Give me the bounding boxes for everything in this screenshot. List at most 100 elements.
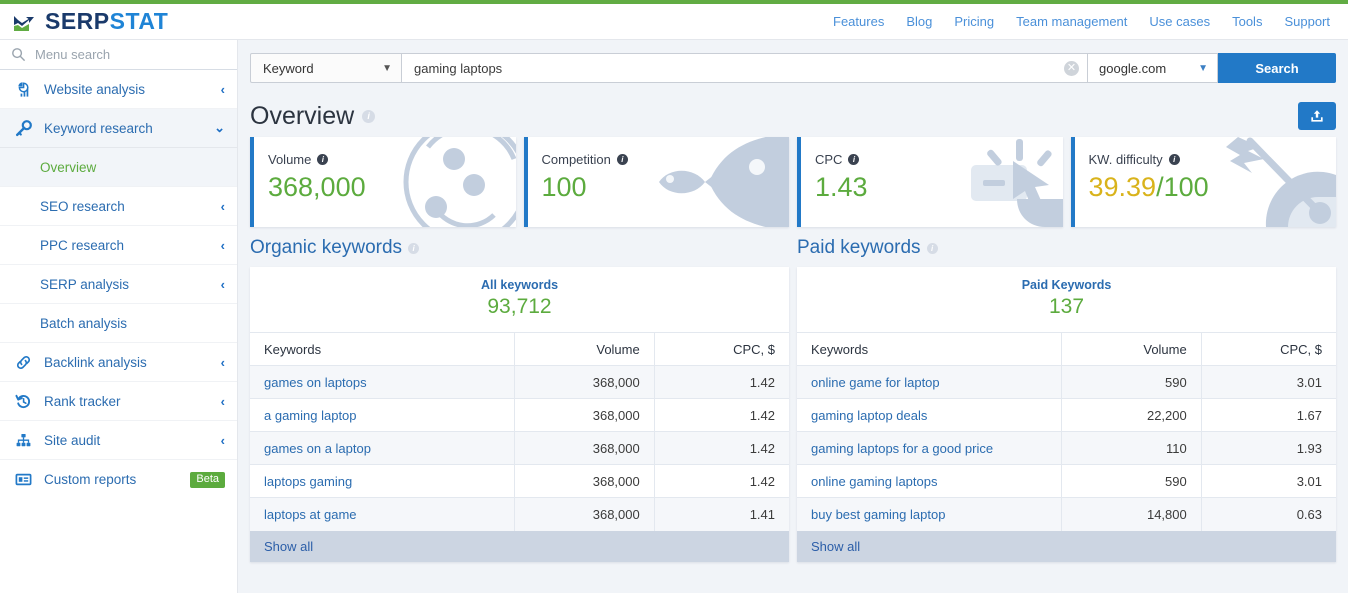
metric-label: Competition	[541, 152, 611, 167]
topnav-item-tools[interactable]: Tools	[1232, 14, 1262, 29]
keyword-link[interactable]: gaming laptops for a good price	[811, 441, 993, 456]
metric-card-volume: Volume i 368,000	[250, 137, 516, 227]
table-row: gaming laptop deals 22,200 1.67	[797, 398, 1336, 432]
paid-total-label[interactable]: Paid Keywords	[797, 278, 1336, 292]
table-header-row: Keywords Volume CPC, $	[250, 332, 789, 366]
topnav-item-use-cases[interactable]: Use cases	[1149, 14, 1210, 29]
cell-keyword: laptops at game	[250, 497, 515, 531]
metric-label: Volume	[268, 152, 312, 167]
keyword-link[interactable]: buy best gaming laptop	[811, 507, 945, 522]
cell-volume: 368,000	[513, 365, 655, 399]
organic-total-value: 93,712	[487, 295, 552, 318]
sidebar-item-custom-reports[interactable]: Custom reports Beta	[0, 460, 237, 499]
organic-total-label[interactable]: All keywords	[250, 278, 789, 292]
info-icon[interactable]: i	[1168, 154, 1180, 165]
sidebar-item-website-analysis[interactable]: Website analysis ‹	[0, 70, 237, 109]
metric-card-label-wrap: Volume i	[254, 137, 516, 167]
cell-cpc: 1.67	[1200, 398, 1336, 432]
info-icon[interactable]: i	[408, 242, 420, 254]
clear-search-icon[interactable]: ✕	[1064, 60, 1079, 76]
metric-card-cpc: CPC i 1.43	[797, 137, 1063, 227]
table-row: laptops at game 368,000 1.41	[250, 497, 789, 531]
keyword-panels: Organic keywords i All keywords 93,712 K…	[238, 227, 1348, 562]
metric-value: 100	[541, 172, 587, 202]
serpstat-logo[interactable]: SERPSTAT	[0, 10, 168, 33]
sidebar-subitem-label: SERP analysis	[40, 276, 130, 292]
keyword-link[interactable]: gaming laptop deals	[811, 408, 927, 423]
organic-keywords-panel: Organic keywords i All keywords 93,712 K…	[250, 237, 789, 562]
menu-search[interactable]	[0, 40, 237, 70]
column-header-keywords[interactable]: Keywords	[797, 332, 1062, 366]
link-icon	[13, 354, 33, 371]
info-icon[interactable]: i	[616, 154, 628, 165]
keyword-link[interactable]: laptops at game	[264, 507, 357, 522]
info-icon[interactable]: i	[317, 154, 329, 165]
cell-volume: 590	[1060, 464, 1202, 498]
cell-cpc: 1.42	[653, 431, 789, 465]
column-header-keywords[interactable]: Keywords	[250, 332, 515, 366]
metric-value-score: 39.39	[1088, 172, 1157, 202]
column-header-volume[interactable]: Volume	[1060, 332, 1202, 366]
topnav-item-pricing[interactable]: Pricing	[954, 14, 994, 29]
cell-volume: 110	[1060, 431, 1202, 465]
keyword-link[interactable]: games on laptops	[264, 375, 367, 390]
export-button[interactable]	[1298, 102, 1336, 130]
sidebar-item-batch-analysis[interactable]: Batch analysis	[0, 304, 237, 343]
chevron-left-icon: ‹	[220, 393, 225, 409]
topnav-item-support[interactable]: Support	[1284, 14, 1330, 29]
table-row: laptops gaming 368,000 1.42	[250, 464, 789, 498]
sidebar-item-label: Rank tracker	[44, 393, 121, 409]
column-header-cpc[interactable]: CPC, $	[653, 332, 789, 366]
key-icon	[13, 119, 33, 137]
paid-keywords-panel: Paid keywords i Paid Keywords 137 Keywor…	[797, 237, 1336, 562]
database-label: google.com	[1099, 60, 1167, 76]
database-select[interactable]: google.com ▼	[1088, 53, 1218, 83]
metric-label: CPC	[815, 152, 843, 167]
search-button[interactable]: Search	[1218, 53, 1336, 83]
column-header-cpc[interactable]: CPC, $	[1200, 332, 1336, 366]
organic-show-all-button[interactable]: Show all	[250, 530, 789, 562]
metric-card-label-wrap: Competition i	[528, 137, 790, 167]
sidebar-subitem-label: Batch analysis	[40, 315, 128, 331]
paid-show-all-button[interactable]: Show all	[797, 530, 1336, 562]
sidebar-item-keyword-research[interactable]: Keyword research ⌄	[0, 109, 237, 148]
metric-card-kw-difficulty: KW. difficulty i 39.39/100	[1070, 137, 1336, 227]
cell-volume: 590	[1060, 365, 1202, 399]
cell-cpc: 1.42	[653, 398, 789, 432]
logo-text-dark: SERP	[45, 8, 110, 34]
topnav-item-features[interactable]: Features	[833, 14, 884, 29]
sidebar-item-site-audit[interactable]: Site audit ‹	[0, 421, 237, 460]
keyword-link[interactable]: online gaming laptops	[811, 474, 937, 489]
topnav-item-blog[interactable]: Blog	[906, 14, 932, 29]
info-icon[interactable]: i	[362, 109, 376, 123]
sidebar-item-label: Custom reports	[44, 472, 137, 487]
table-row: a gaming laptop 368,000 1.42	[250, 398, 789, 432]
sidebar-item-rank-tracker[interactable]: Rank tracker ‹	[0, 382, 237, 421]
sidebar-item-ppc-research[interactable]: PPC research ‹	[0, 226, 237, 265]
info-icon[interactable]: i	[848, 154, 860, 165]
cell-keyword: a gaming laptop	[250, 398, 515, 432]
keyword-link[interactable]: a gaming laptop	[264, 408, 357, 423]
keyword-link[interactable]: games on a laptop	[264, 441, 371, 456]
sidebar-item-seo-research[interactable]: SEO research ‹	[0, 187, 237, 226]
sidebar-subitem-label: Overview	[40, 159, 97, 175]
topnav-item-team-management[interactable]: Team management	[1016, 14, 1127, 29]
logo-text: SERPSTAT	[45, 10, 168, 33]
sitemap-icon	[13, 432, 33, 449]
search-mode-select[interactable]: Keyword ▼	[250, 53, 402, 83]
search-input[interactable]	[414, 60, 1064, 76]
keyword-link[interactable]: laptops gaming	[264, 474, 352, 489]
table-row: games on a laptop 368,000 1.42	[250, 431, 789, 465]
info-icon[interactable]: i	[926, 242, 938, 254]
metric-value: 1.43	[815, 172, 868, 202]
column-header-volume[interactable]: Volume	[513, 332, 655, 366]
sidebar-item-serp-analysis[interactable]: SERP analysis ‹	[0, 265, 237, 304]
cell-volume: 368,000	[513, 464, 655, 498]
sidebar-item-overview[interactable]: Overview	[0, 148, 237, 187]
paid-keywords-heading: Paid keywords i	[797, 237, 1336, 267]
metric-card-label-wrap: CPC i	[801, 137, 1063, 167]
menu-search-input[interactable]	[35, 47, 205, 62]
keyword-link[interactable]: online game for laptop	[811, 375, 940, 390]
sidebar-item-backlink-analysis[interactable]: Backlink analysis ‹	[0, 343, 237, 382]
table-header-row: Keywords Volume CPC, $	[797, 332, 1336, 366]
